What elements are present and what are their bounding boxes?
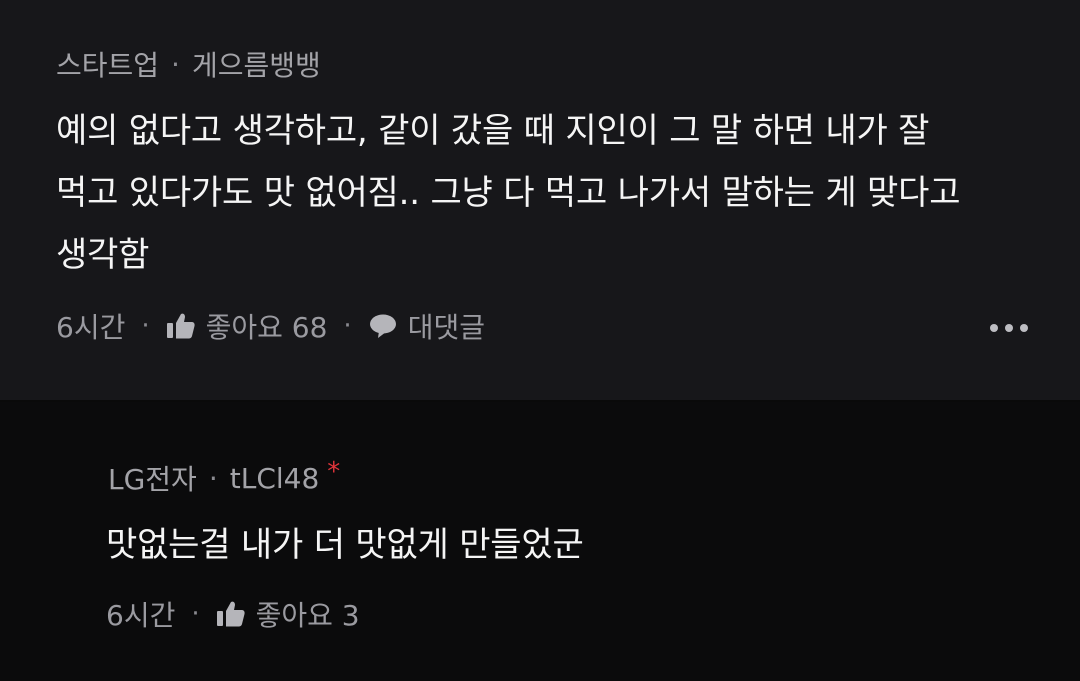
reply-meta: LG전자 · tLCl48 * [108, 457, 341, 498]
reply-author[interactable]: tLCl48 [230, 462, 320, 495]
comment-line: 먹고 있다가도 맛 없어짐.. 그냥 다 먹고 나가서 말하는 게 맞다고 [56, 173, 961, 213]
thumbs-up-icon [166, 312, 196, 340]
like-button[interactable]: 좋아요 3 [216, 594, 360, 634]
comment-author[interactable]: 게으름뱅뱅 [192, 44, 321, 84]
more-horizontal-icon[interactable] [990, 324, 1028, 332]
comment-meta: 스타트업 · 게으름뱅뱅 [56, 44, 321, 84]
thumbs-up-icon [216, 600, 246, 628]
action-separator: · [141, 311, 150, 341]
like-button[interactable]: 좋아요 68 [166, 306, 328, 346]
action-separator: · [343, 311, 352, 341]
meta-separator: · [171, 47, 180, 81]
more-dot [990, 324, 998, 332]
comment-body: 예의 없다고 생각하고, 같이 갔을 때 지인이 그 말 하면 내가 잘 먹고 … [56, 100, 1036, 286]
comment-line: 생각함 [56, 235, 150, 275]
comment-card: 스타트업 · 게으름뱅뱅 예의 없다고 생각하고, 같이 갔을 때 지인이 그 … [0, 0, 1080, 400]
reply-card: LG전자 · tLCl48 * 맛없는걸 내가 더 맛없게 만들었군 6시간 ·… [0, 402, 1080, 681]
action-separator: · [191, 599, 200, 629]
more-dot [1005, 324, 1013, 332]
reply-button[interactable]: 대댓글 [368, 306, 485, 346]
like-label: 좋아요 68 [205, 311, 328, 344]
comment-actions: 6시간 · 좋아요 68 · 대댓글 [56, 306, 485, 346]
reply-category[interactable]: LG전자 [108, 458, 197, 498]
reply-label: 대댓글 [407, 311, 485, 344]
page: 스타트업 · 게으름뱅뱅 예의 없다고 생각하고, 같이 갔을 때 지인이 그 … [0, 0, 1080, 681]
comment-category[interactable]: 스타트업 [56, 44, 159, 84]
comment-line: 예의 없다고 생각하고, 같이 갔을 때 지인이 그 말 하면 내가 잘 [56, 111, 930, 151]
like-label: 좋아요 3 [255, 599, 360, 632]
reply-actions: 6시간 · 좋아요 3 [106, 594, 360, 634]
author-star: * [327, 457, 341, 487]
speech-bubble-icon [368, 312, 398, 340]
more-dot [1020, 324, 1028, 332]
comment-time: 6시간 [56, 311, 126, 344]
meta-separator: · [208, 461, 218, 495]
reply-body: 맛없는걸 내가 더 맛없게 만들었군 [106, 525, 584, 565]
reply-time: 6시간 [106, 599, 176, 632]
